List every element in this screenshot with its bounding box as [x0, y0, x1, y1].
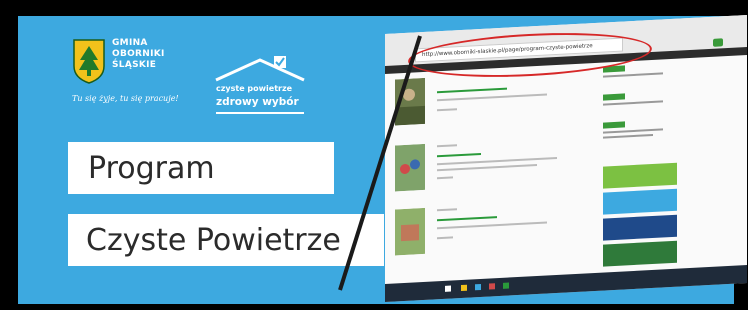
diagonal-divider	[338, 35, 422, 291]
bottom-black-border	[0, 304, 748, 310]
